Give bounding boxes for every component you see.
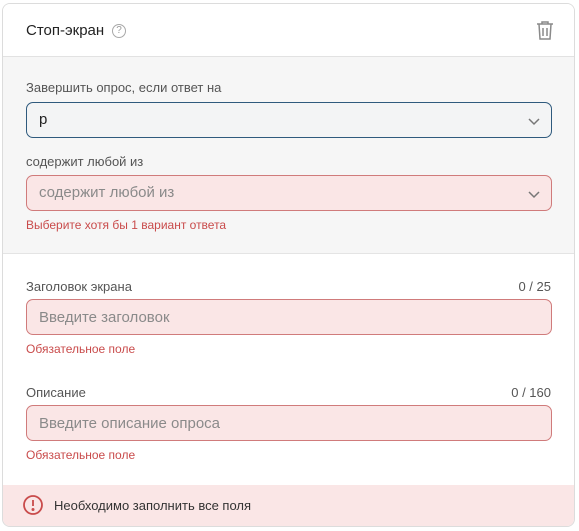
help-circle-icon[interactable]: ?	[112, 24, 126, 38]
match-label: содержит любой из	[26, 154, 144, 169]
title-field-label: Заголовок экрана	[26, 279, 132, 294]
question-select[interactable]: р	[26, 102, 552, 138]
card-title: Стоп-экран	[26, 22, 105, 39]
validation-banner: Необходимо заполнить все поля	[3, 485, 574, 526]
match-error: Выберите хотя бы 1 вариант ответа	[26, 218, 227, 232]
alert-circle-icon	[23, 495, 43, 515]
question-label: Завершить опрос, если ответ на	[26, 80, 222, 95]
question-select-value: р	[39, 111, 48, 128]
title-field-counter: 0 / 25	[518, 279, 551, 294]
description-field-counter: 0 / 160	[511, 385, 551, 400]
card-header: Стоп-экран ?	[3, 4, 574, 57]
stop-screen-card: Стоп-экран ? Завершить опрос, если ответ…	[2, 3, 575, 527]
chevron-down-icon	[528, 191, 540, 199]
trash-icon[interactable]	[534, 19, 556, 41]
description-field-label: Описание	[26, 385, 86, 400]
title-error: Обязательное поле	[26, 342, 136, 356]
description-input[interactable]	[26, 405, 552, 441]
validation-message: Необходимо заполнить все поля	[54, 498, 252, 513]
description-error: Обязательное поле	[26, 448, 136, 462]
title-input[interactable]	[26, 299, 552, 335]
condition-section: Завершить опрос, если ответ на р содержи…	[3, 57, 574, 254]
match-select-placeholder: содержит любой из	[39, 184, 175, 201]
chevron-down-icon	[528, 118, 540, 126]
match-select[interactable]: содержит любой из	[26, 175, 552, 211]
